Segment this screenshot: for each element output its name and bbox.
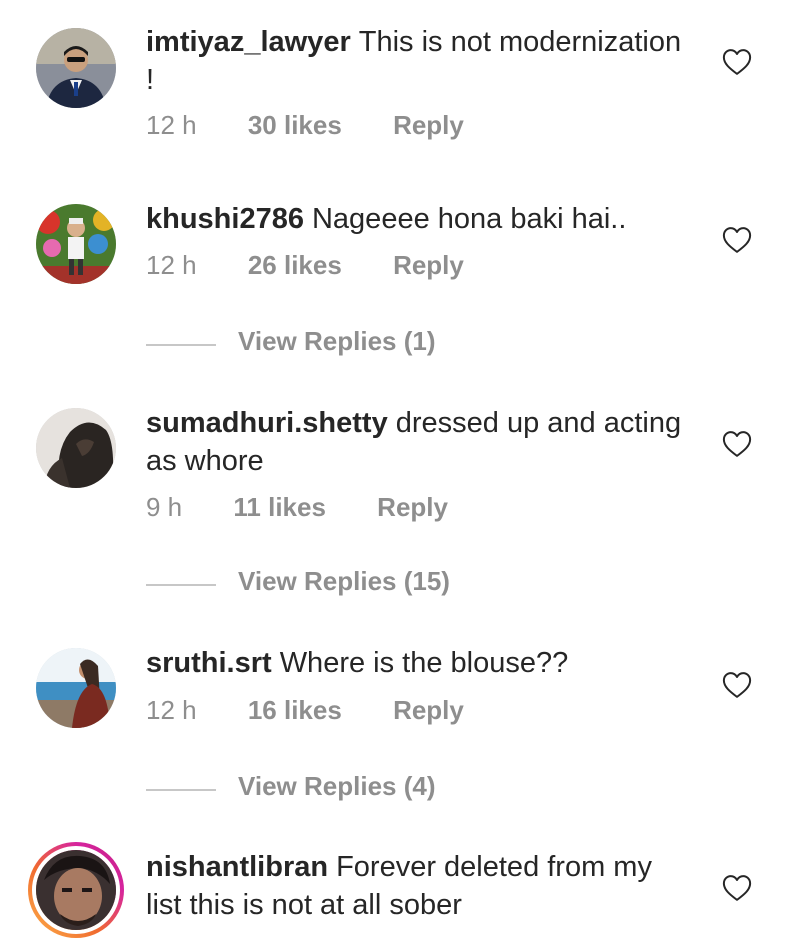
comment-username[interactable]: nishantlibran bbox=[146, 851, 328, 883]
comment-time: 12 h bbox=[146, 110, 197, 140]
comment-time: 9 h bbox=[146, 492, 183, 522]
divider-line bbox=[146, 344, 216, 346]
avatar-woman-beach-icon bbox=[36, 648, 116, 728]
comment-likes[interactable]: 30 likes bbox=[248, 110, 342, 141]
reply-button[interactable]: Reply bbox=[393, 695, 464, 726]
avatar[interactable] bbox=[36, 204, 116, 284]
reply-button[interactable]: Reply bbox=[377, 492, 448, 523]
view-replies-label: View Replies (15) bbox=[238, 566, 450, 596]
comment-text: khushi2786 Nageeee hona baki hai.. bbox=[146, 200, 686, 238]
reply-button[interactable]: Reply bbox=[393, 250, 464, 281]
comment-meta: 12 h 26 likes Reply bbox=[146, 250, 464, 281]
comment-username[interactable]: sruthi.srt bbox=[146, 647, 272, 679]
avatar-story-ring[interactable] bbox=[28, 842, 124, 938]
avatar-woman-hair-icon bbox=[36, 408, 116, 488]
comment-text: sruthi.srt Where is the blouse?? bbox=[146, 644, 686, 682]
comment-time: 12 h bbox=[146, 250, 197, 280]
comment-body: Nageeee hona baki hai.. bbox=[311, 203, 627, 235]
comment-text: imtiyaz_lawyer This is not modernization … bbox=[146, 23, 686, 99]
comment-username[interactable]: khushi2786 bbox=[146, 203, 304, 235]
comment-likes[interactable]: 16 likes bbox=[248, 695, 342, 726]
avatar[interactable] bbox=[36, 648, 116, 728]
heart-outline-icon[interactable] bbox=[722, 226, 752, 254]
comment-meta: 12 h 30 likes Reply bbox=[146, 110, 464, 141]
view-replies-label: View Replies (4) bbox=[238, 771, 436, 801]
divider-line bbox=[146, 789, 216, 791]
comment-text: nishantlibran Forever deleted from my lis… bbox=[146, 848, 686, 924]
comment-likes[interactable]: 11 likes bbox=[233, 492, 326, 523]
comment-likes[interactable]: 26 likes bbox=[248, 250, 342, 281]
heart-outline-icon[interactable] bbox=[722, 430, 752, 458]
view-replies-button[interactable]: View Replies (1) bbox=[146, 326, 546, 364]
heart-outline-icon[interactable] bbox=[722, 48, 752, 76]
avatar-man-suit-icon bbox=[36, 28, 116, 108]
divider-line bbox=[146, 584, 216, 586]
reply-button[interactable]: Reply bbox=[393, 110, 464, 141]
view-replies-button[interactable]: View Replies (4) bbox=[146, 771, 546, 809]
avatar[interactable] bbox=[36, 408, 116, 488]
comment-text: sumadhuri.shetty dressed up and acting as… bbox=[146, 404, 686, 480]
comment-body: Where is the blouse?? bbox=[279, 647, 569, 679]
avatar-man-story-ring-icon bbox=[36, 850, 116, 930]
comment-time: 12 h bbox=[146, 695, 197, 725]
heart-outline-icon[interactable] bbox=[722, 671, 752, 699]
comment-username[interactable]: imtiyaz_lawyer bbox=[146, 26, 351, 58]
comment-username[interactable]: sumadhuri.shetty bbox=[146, 407, 388, 439]
comment-meta: 9 h 11 likes Reply bbox=[146, 492, 448, 523]
comment-meta: 12 h 16 likes Reply bbox=[146, 695, 464, 726]
heart-outline-icon[interactable] bbox=[722, 874, 752, 902]
view-replies-label: View Replies (1) bbox=[238, 326, 436, 356]
view-replies-button[interactable]: View Replies (15) bbox=[146, 566, 546, 604]
avatar-child-toys-icon bbox=[36, 204, 116, 284]
avatar[interactable] bbox=[36, 28, 116, 108]
